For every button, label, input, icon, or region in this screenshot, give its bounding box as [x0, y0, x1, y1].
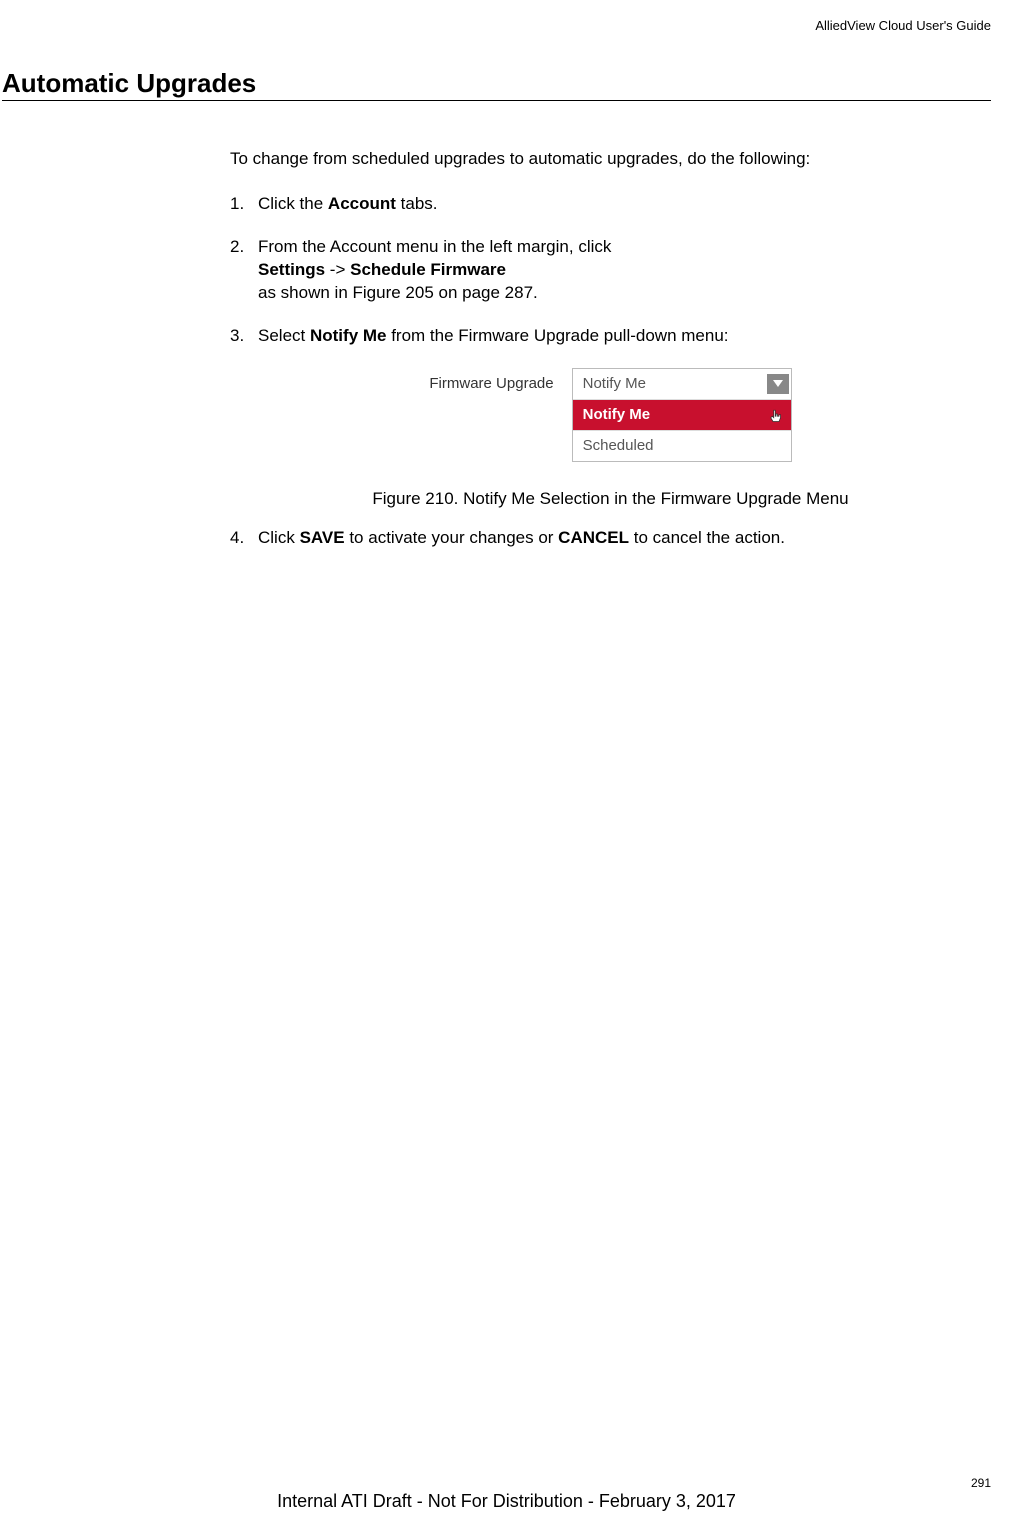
- text: From the Account menu in the left margin…: [258, 237, 611, 256]
- step-number: 4.: [230, 527, 258, 550]
- text: Select: [258, 326, 310, 345]
- text: ->: [325, 260, 350, 279]
- step-number: 2.: [230, 236, 258, 305]
- step-3: 3. Select Notify Me from the Firmware Up…: [230, 325, 991, 348]
- option-text: Notify Me: [583, 406, 651, 423]
- bold-text: Account: [328, 194, 396, 213]
- bold-text: Settings: [258, 260, 325, 279]
- section-title: Automatic Upgrades: [2, 68, 256, 99]
- dropdown-label: Firmware Upgrade: [429, 368, 553, 394]
- step-2: 2. From the Account menu in the left mar…: [230, 236, 991, 305]
- text: to activate your changes or: [345, 528, 559, 547]
- text: to cancel the action.: [629, 528, 785, 547]
- step-body: From the Account menu in the left margin…: [258, 236, 991, 305]
- text: as shown in Figure 205 on page 287.: [258, 283, 538, 302]
- title-underline: [2, 100, 991, 101]
- chevron-down-icon[interactable]: [767, 374, 789, 394]
- step-list-continued: 4. Click SAVE to activate your changes o…: [230, 527, 991, 550]
- bold-text: Notify Me: [310, 326, 387, 345]
- content-area: To change from scheduled upgrades to aut…: [230, 148, 991, 570]
- step-list: 1. Click the Account tabs. 2. From the A…: [230, 193, 991, 348]
- option-text: Notify Me: [583, 374, 646, 394]
- header-guide-title: AlliedView Cloud User's Guide: [815, 18, 991, 33]
- intro-paragraph: To change from scheduled upgrades to aut…: [230, 148, 991, 171]
- figure-container: Firmware Upgrade Notify Me Notify Me Sch…: [230, 368, 991, 512]
- text: from the Firmware Upgrade pull-down menu…: [386, 326, 728, 345]
- dropdown-option-notify-me[interactable]: Notify Me: [573, 400, 791, 431]
- dropdown-selected-value[interactable]: Notify Me: [573, 369, 791, 400]
- step-number: 3.: [230, 325, 258, 348]
- cursor-pointer-icon: [767, 408, 785, 426]
- option-text: Scheduled: [583, 437, 654, 454]
- step-body: Click SAVE to activate your changes or C…: [258, 527, 991, 550]
- text: tabs.: [396, 194, 438, 213]
- step-4: 4. Click SAVE to activate your changes o…: [230, 527, 991, 550]
- step-body: Select Notify Me from the Firmware Upgra…: [258, 325, 991, 348]
- dropdown-option-scheduled[interactable]: Scheduled: [573, 431, 791, 461]
- footer-draft-notice: Internal ATI Draft - Not For Distributio…: [0, 1491, 1013, 1512]
- step-body: Click the Account tabs.: [258, 193, 991, 216]
- page-number: 291: [971, 1476, 991, 1490]
- figure-caption: Figure 210. Notify Me Selection in the F…: [372, 488, 848, 511]
- dropdown-demo: Firmware Upgrade Notify Me Notify Me Sch…: [429, 368, 791, 463]
- step-number: 1.: [230, 193, 258, 216]
- bold-text: CANCEL: [558, 528, 629, 547]
- bold-text: SAVE: [300, 528, 345, 547]
- text: Click the: [258, 194, 328, 213]
- bold-text: Schedule Firmware: [350, 260, 506, 279]
- text: Click: [258, 528, 300, 547]
- step-1: 1. Click the Account tabs.: [230, 193, 991, 216]
- firmware-upgrade-dropdown[interactable]: Notify Me Notify Me Scheduled: [572, 368, 792, 463]
